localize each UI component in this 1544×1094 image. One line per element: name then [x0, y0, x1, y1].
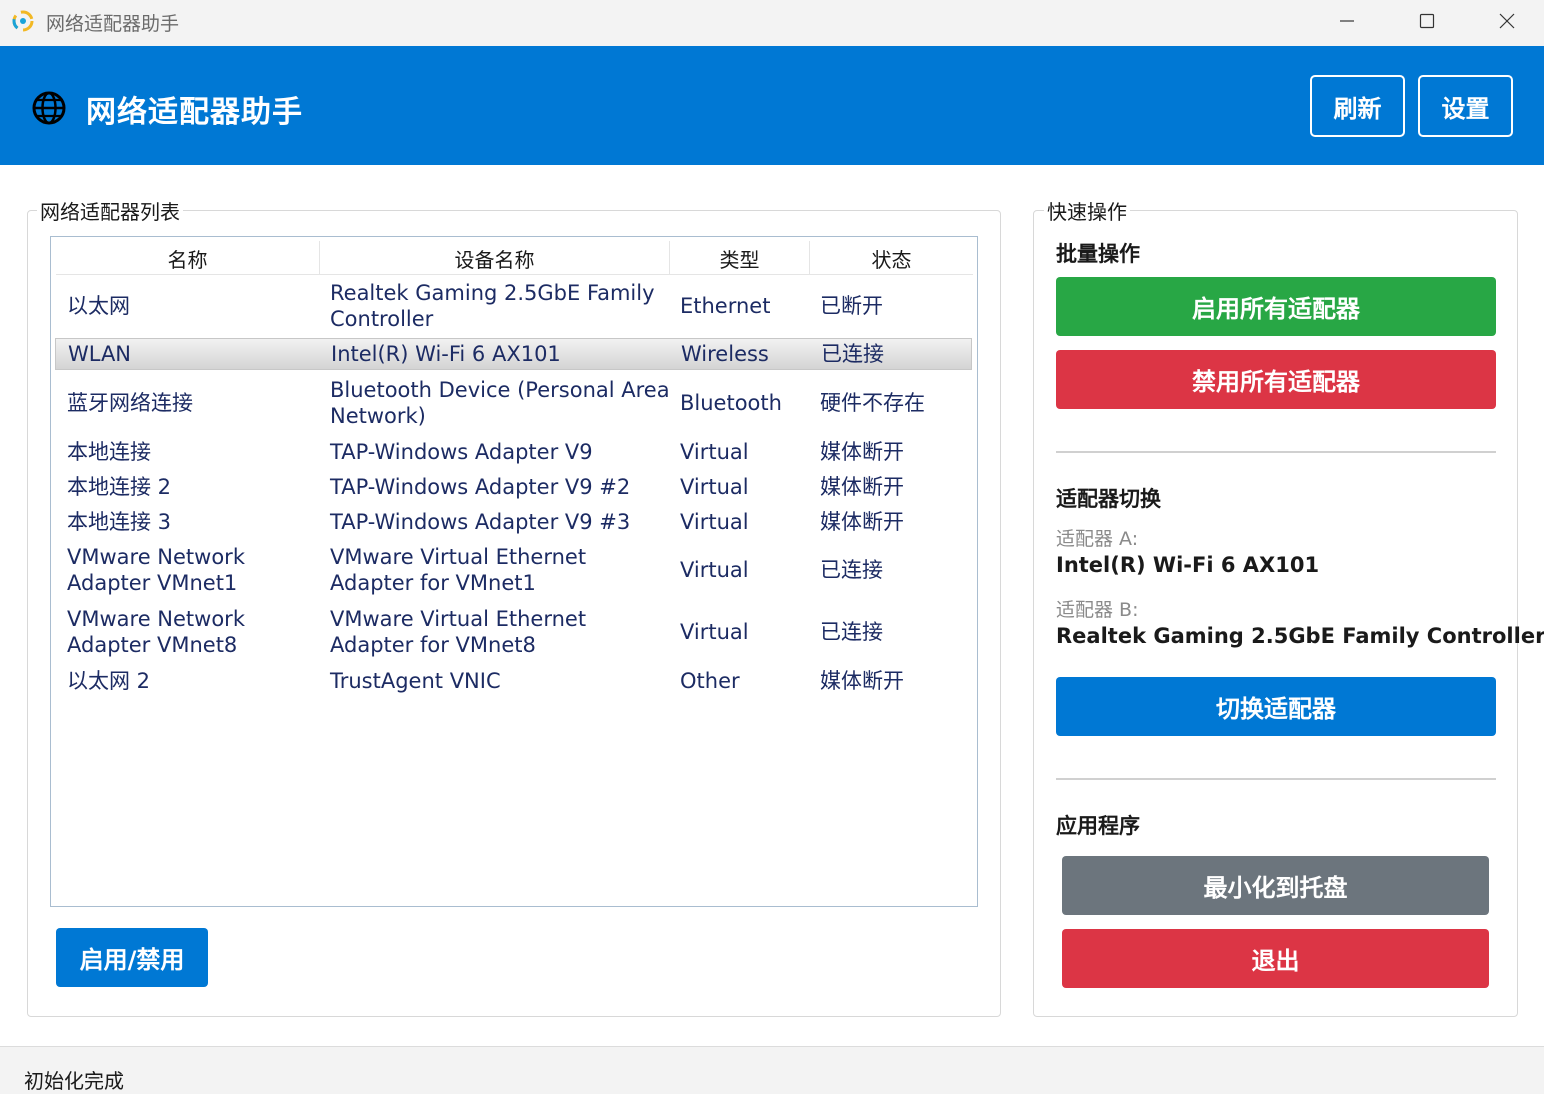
table-row[interactable]: WLAN Intel(R) Wi-Fi 6 AX101 Wireless 已连接 — [55, 338, 972, 370]
cell-status: 媒体断开 — [820, 510, 904, 534]
switch-adapter-button[interactable]: 切换适配器 — [1056, 677, 1496, 736]
divider — [1056, 451, 1496, 453]
cell-type: Virtual — [680, 558, 749, 582]
quick-actions-group-label: 快速操作 — [1044, 196, 1130, 225]
cell-status: 媒体断开 — [820, 475, 904, 499]
cell-device: TAP-Windows Adapter V9 — [330, 440, 593, 464]
cell-status: 媒体断开 — [820, 440, 904, 464]
cell-device: VMware Virtual Ethernet Adapter for VMne… — [330, 607, 587, 657]
minimize-button[interactable] — [1307, 0, 1387, 46]
table-row[interactable]: 以太网 Realtek Gaming 2.5GbE Family Controll… — [55, 276, 972, 336]
cell-device: TAP-Windows Adapter V9 #3 — [330, 510, 631, 534]
cell-type: Ethernet — [680, 294, 771, 318]
adapter-b-value: Realtek Gaming 2.5GbE Family Controller — [1056, 624, 1544, 648]
cell-name: WLAN — [68, 342, 132, 366]
app-logo-icon — [11, 9, 35, 33]
adapter-a-value: Intel(R) Wi-Fi 6 AX101 — [1056, 553, 1320, 577]
cell-name: VMware Network Adapter VMnet8 — [67, 607, 245, 657]
refresh-button[interactable]: 刷新 — [1310, 75, 1405, 137]
minimize-to-tray-button[interactable]: 最小化到托盘 — [1062, 856, 1489, 915]
globe-icon — [31, 90, 67, 126]
cell-name: 蓝牙网络连接 — [67, 391, 193, 415]
exit-button[interactable]: 退出 — [1062, 929, 1489, 988]
cell-name: VMware Network Adapter VMnet1 — [67, 545, 245, 595]
maximize-button[interactable] — [1387, 0, 1467, 46]
cell-status: 已连接 — [820, 558, 883, 582]
title-bar: 网络适配器助手 — [0, 0, 1544, 46]
enable-all-button[interactable]: 启用所有适配器 — [1056, 277, 1496, 336]
column-header-status[interactable]: 状态 — [810, 241, 973, 275]
column-header-name[interactable]: 名称 — [56, 241, 320, 275]
cell-type: Virtual — [680, 475, 749, 499]
cell-status: 媒体断开 — [820, 669, 904, 693]
disable-all-button[interactable]: 禁用所有适配器 — [1056, 350, 1496, 409]
cell-type: Other — [680, 669, 740, 693]
table-row[interactable]: 以太网 2 TrustAgent VNIC Other 媒体断开 — [55, 664, 972, 698]
table-row[interactable]: 本地连接 TAP-Windows Adapter V9 Virtual 媒体断开 — [55, 435, 972, 469]
app-section-title: 应用程序 — [1056, 814, 1140, 838]
cell-device: Intel(R) Wi-Fi 6 AX101 — [331, 342, 561, 366]
close-button[interactable] — [1467, 0, 1544, 46]
status-bar: 初始化完成 — [0, 1046, 1544, 1094]
cell-type: Bluetooth — [680, 391, 782, 415]
cell-device: VMware Virtual Ethernet Adapter for VMne… — [330, 545, 587, 595]
cell-type: Virtual — [680, 510, 749, 534]
adapter-b-label: 适配器 B: — [1056, 599, 1139, 621]
cell-status: 已断开 — [820, 294, 883, 318]
cell-name: 以太网 2 — [67, 669, 151, 693]
cell-type: Virtual — [680, 440, 749, 464]
cell-device: Realtek Gaming 2.5GbE Family Controller — [330, 281, 655, 331]
app-header: 网络适配器助手 刷新 设置 — [0, 46, 1544, 165]
table-header: 名称 设备名称 类型 状态 — [56, 241, 973, 275]
cell-status: 已连接 — [821, 342, 884, 366]
minimize-icon — [1339, 13, 1355, 33]
batch-section-title: 批量操作 — [1056, 242, 1140, 266]
column-header-type[interactable]: 类型 — [670, 241, 810, 275]
page-title: 网络适配器助手 — [86, 95, 303, 130]
window-title: 网络适配器助手 — [46, 13, 180, 35]
table-row[interactable]: 蓝牙网络连接 Bluetooth Device (Personal Area Ne… — [55, 373, 972, 433]
cell-status: 已连接 — [820, 620, 883, 644]
table-row[interactable]: VMware Network Adapter VMnet8 VMware Virt… — [55, 602, 972, 662]
table-row[interactable]: 本地连接 3 TAP-Windows Adapter V9 #3 Virtual 媒体… — [55, 505, 972, 539]
cell-type: Virtual — [680, 620, 749, 644]
adapter-a-label: 适配器 A: — [1056, 528, 1139, 550]
close-icon — [1499, 13, 1515, 33]
cell-device: TrustAgent VNIC — [330, 669, 501, 693]
cell-status: 硬件不存在 — [820, 391, 925, 415]
cell-device: TAP-Windows Adapter V9 #2 — [330, 475, 631, 499]
adapter-list-group-label: 网络适配器列表 — [37, 196, 183, 225]
cell-type: Wireless — [681, 342, 769, 366]
switch-section-title: 适配器切换 — [1056, 487, 1161, 511]
toggle-adapter-button[interactable]: 启用/禁用 — [56, 928, 208, 987]
divider — [1056, 778, 1496, 780]
status-text: 初始化完成 — [24, 1069, 124, 1093]
cell-name: 本地连接 — [67, 440, 151, 464]
cell-device: Bluetooth Device (Personal Area Network) — [330, 378, 670, 428]
table-row[interactable]: VMware Network Adapter VMnet1 VMware Virt… — [55, 540, 972, 600]
settings-button[interactable]: 设置 — [1418, 75, 1513, 137]
cell-name: 以太网 — [67, 294, 130, 318]
maximize-icon — [1419, 13, 1435, 33]
table-row[interactable]: 本地连接 2 TAP-Windows Adapter V9 #2 Virtual 媒体… — [55, 470, 972, 504]
cell-name: 本地连接 3 — [67, 510, 172, 534]
cell-name: 本地连接 2 — [67, 475, 172, 499]
column-header-device[interactable]: 设备名称 — [320, 241, 670, 275]
